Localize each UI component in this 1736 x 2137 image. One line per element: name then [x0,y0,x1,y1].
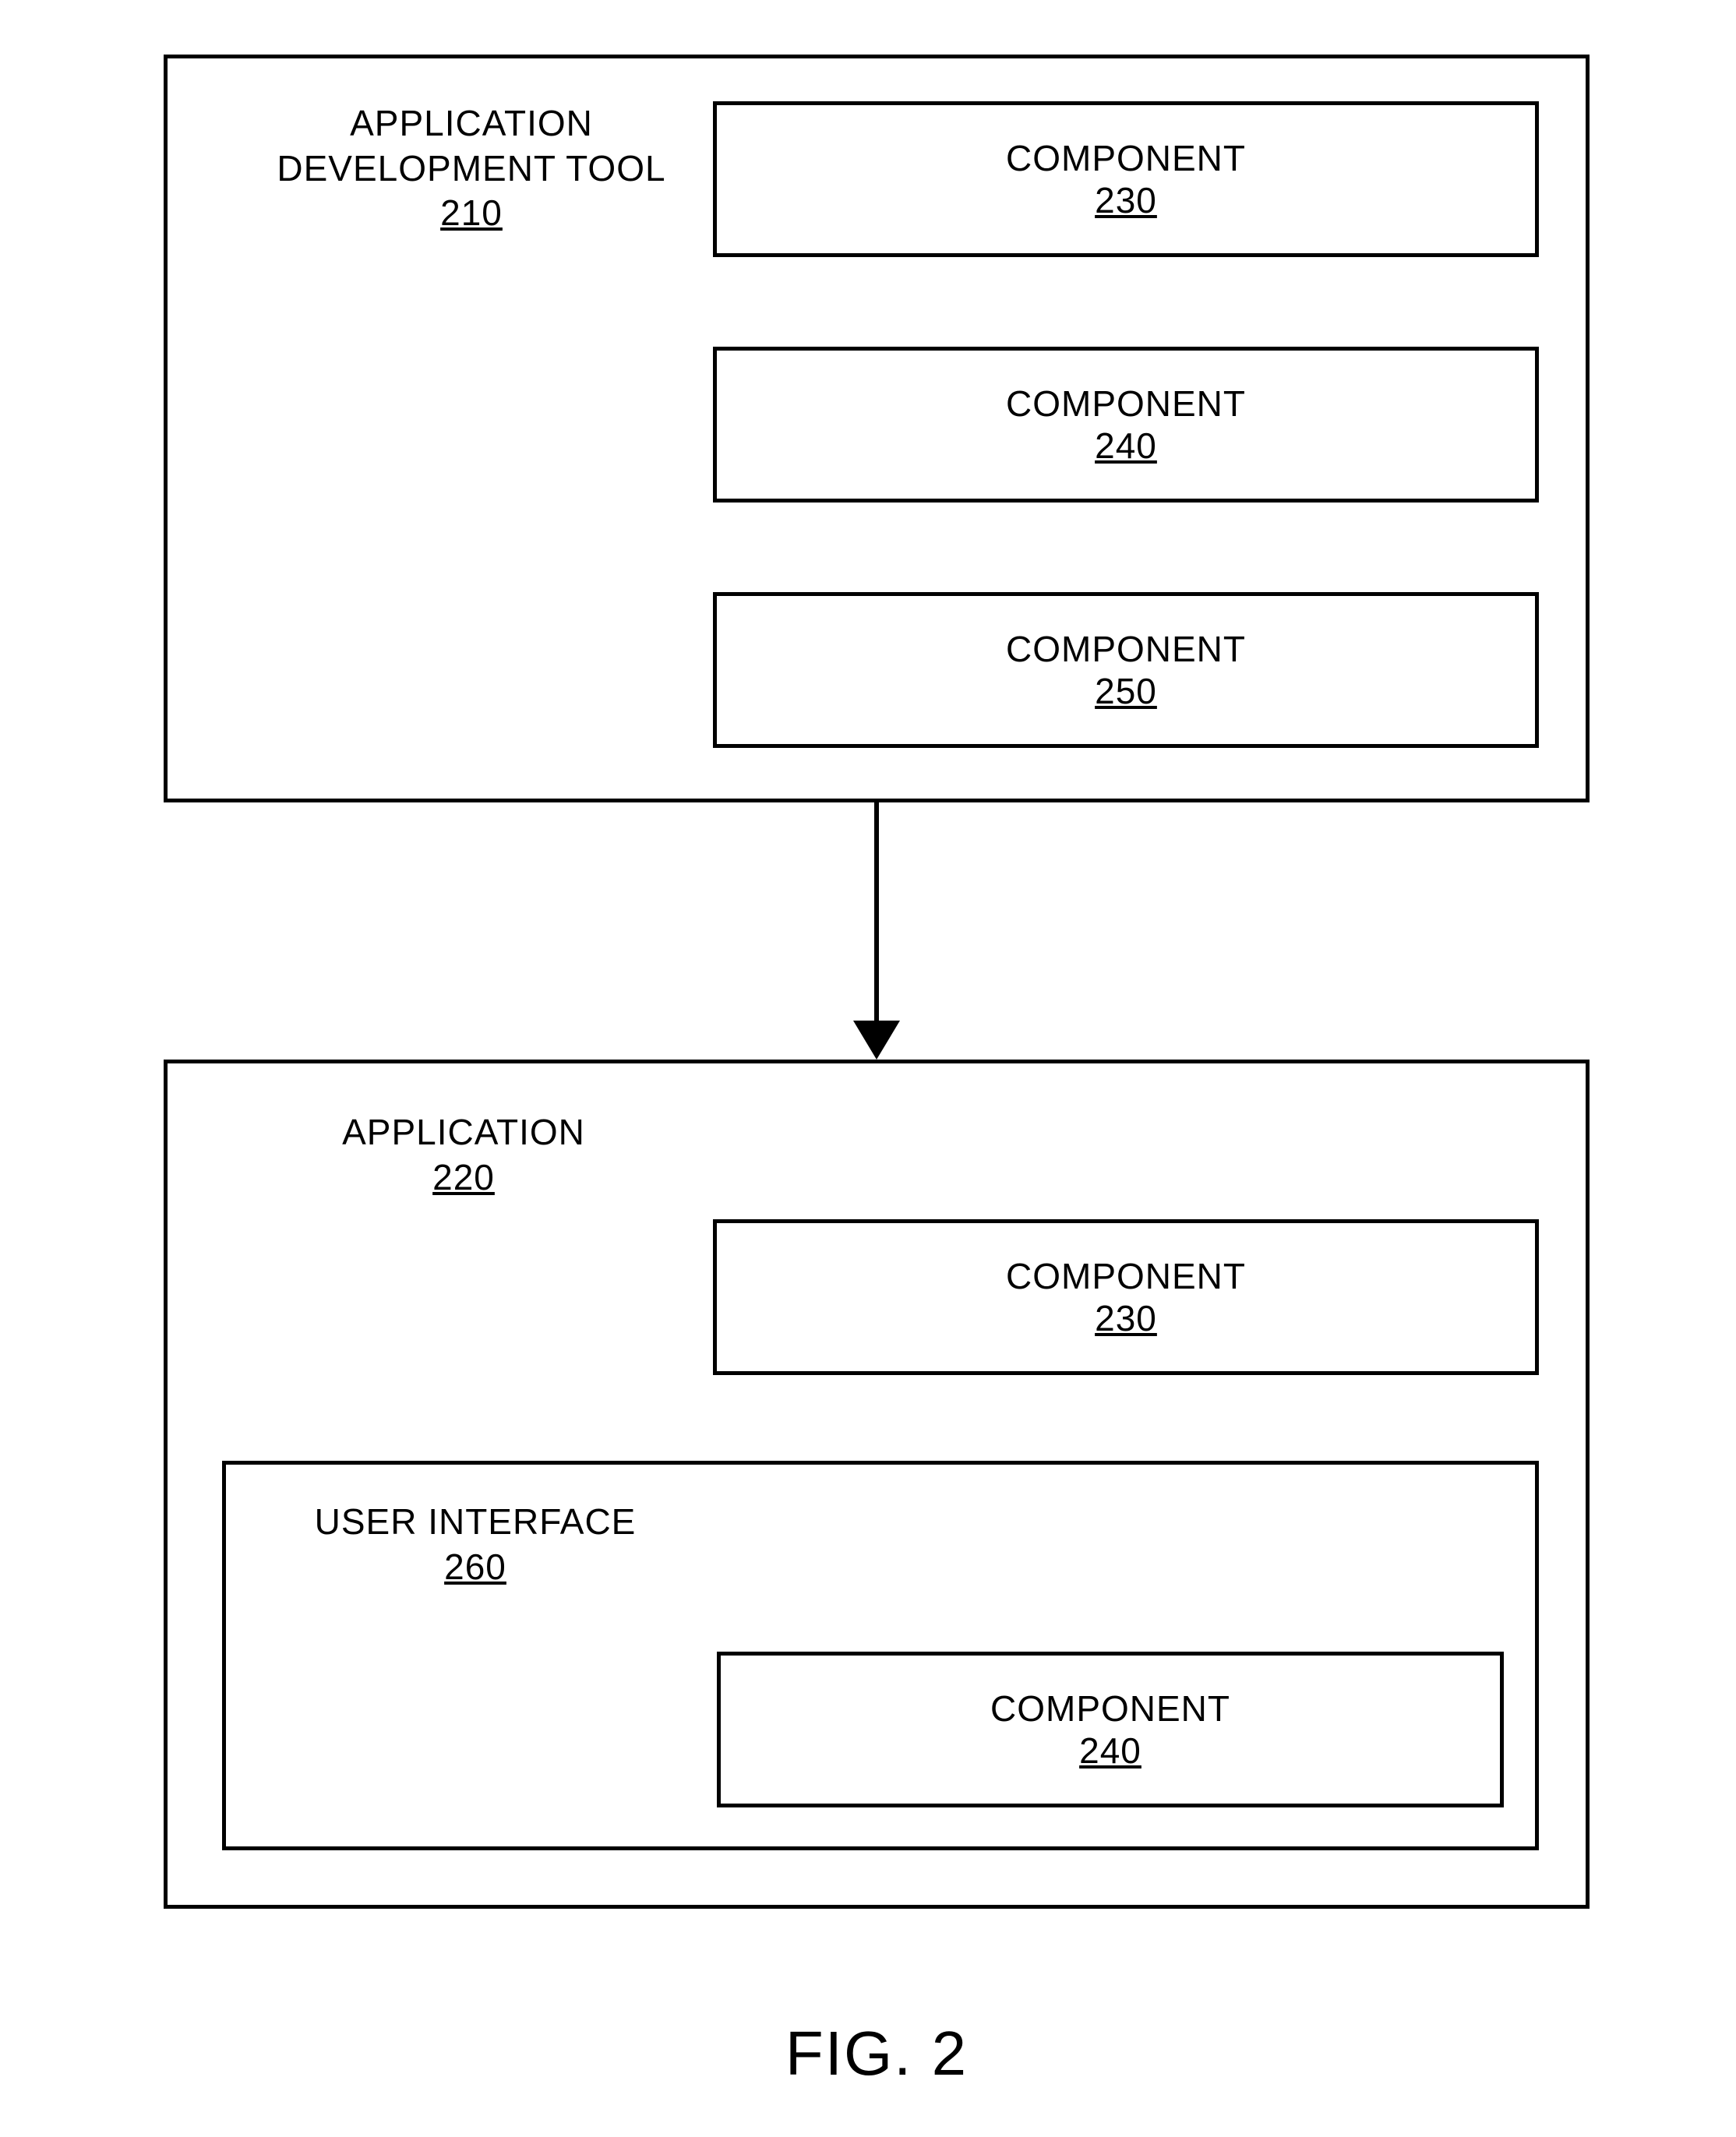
title-line1: APPLICATION [253,101,690,146]
ui-num: 260 [296,1545,655,1590]
title-num: 210 [253,191,690,236]
user-interface-title: USER INTERFACE 260 [296,1500,655,1589]
application-box: APPLICATION 220 COMPONENT 230 USER INTER… [164,1060,1590,1909]
arrow-head-icon [853,1021,900,1060]
component-label: COMPONENT [1006,137,1246,179]
component-label: COMPONENT [1006,1255,1246,1297]
component-label: COMPONENT [990,1687,1230,1730]
component-250-box: COMPONENT 250 [713,592,1539,748]
component-num: 230 [1095,1297,1157,1339]
arrow-line [874,802,879,1028]
component-230-box: COMPONENT 230 [713,101,1539,257]
component-num: 240 [1095,425,1157,467]
title-line1: APPLICATION [308,1110,619,1155]
component-240-box-bottom: COMPONENT 240 [717,1652,1504,1807]
title-line2: DEVELOPMENT TOOL [253,146,690,192]
component-230-box-bottom: COMPONENT 230 [713,1219,1539,1375]
component-num: 250 [1095,670,1157,712]
ui-title-line: USER INTERFACE [296,1500,655,1545]
component-num: 230 [1095,179,1157,221]
component-num: 240 [1079,1730,1141,1772]
component-240-box: COMPONENT 240 [713,347,1539,503]
arrow [164,802,1590,1060]
application-title: APPLICATION 220 [308,1110,619,1200]
title-num: 220 [308,1155,619,1201]
component-label: COMPONENT [1006,628,1246,670]
app-dev-tool-box: APPLICATION DEVELOPMENT TOOL 210 COMPONE… [164,55,1590,802]
diagram-container: APPLICATION DEVELOPMENT TOOL 210 COMPONE… [164,55,1590,2089]
user-interface-box: USER INTERFACE 260 COMPONENT 240 [222,1461,1539,1850]
component-label: COMPONENT [1006,383,1246,425]
figure-caption: FIG. 2 [164,2018,1590,2089]
app-dev-tool-title: APPLICATION DEVELOPMENT TOOL 210 [253,101,690,236]
